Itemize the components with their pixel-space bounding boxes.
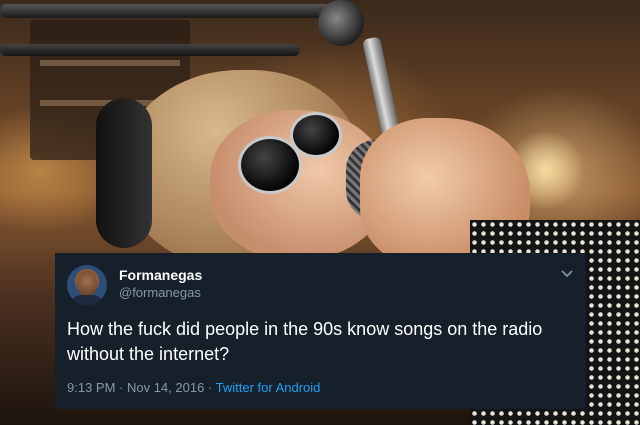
tweet-meta: 9:13 PM · Nov 14, 2016 · Twitter for And… — [67, 379, 320, 396]
user-handle[interactable]: @formanegas — [119, 284, 201, 301]
microphone-joint — [318, 0, 364, 46]
tweet-timestamp[interactable]: 9:13 PM · Nov 14, 2016 · — [67, 380, 216, 395]
shelf-line — [40, 60, 180, 66]
chevron-down-icon[interactable] — [558, 265, 576, 283]
sunglasses-lens-right — [290, 112, 342, 158]
microphone-boom-arm-lower — [0, 44, 300, 56]
tweet-card[interactable]: Formanegas @formanegas How the fuck did … — [55, 253, 586, 409]
display-name[interactable]: Formanegas — [119, 266, 202, 284]
tweet-source-link[interactable]: Twitter for Android — [216, 380, 321, 395]
avatar-face — [77, 271, 97, 297]
chevron-down-icon-svg — [561, 270, 573, 278]
tweet-text: How the fuck did people in the 90s know … — [67, 319, 543, 364]
headphone — [96, 98, 152, 248]
avatar[interactable] — [67, 265, 107, 305]
microphone-boom-arm — [0, 4, 340, 18]
avatar-suit — [71, 295, 103, 305]
